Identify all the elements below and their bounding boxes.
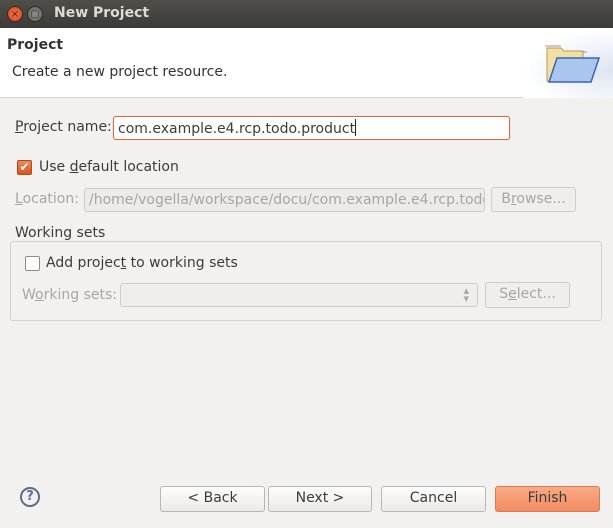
help-icon[interactable]: ? — [20, 487, 40, 507]
working-sets-combo[interactable]: ▲ ▼ — [120, 283, 478, 307]
wizard-header: Project Create a new project resource. — [0, 28, 613, 98]
back-button[interactable]: < Back — [160, 486, 265, 512]
project-name-label: Project name: — [15, 119, 112, 135]
location-label: Location: — [15, 191, 79, 207]
folder-open-icon — [545, 45, 601, 83]
page-title: Project — [7, 37, 64, 53]
window-title: New Project — [54, 5, 150, 21]
maximize-button[interactable]: ▢ — [27, 6, 43, 22]
use-default-location-label[interactable]: Use default location — [39, 159, 179, 175]
close-icon: × — [10, 9, 20, 20]
location-input[interactable]: /home/vogella/workspace/docu/com.example… — [84, 188, 485, 212]
cancel-button[interactable]: Cancel — [381, 486, 486, 512]
finish-button[interactable]: Finish — [495, 486, 600, 512]
add-to-working-sets-checkbox[interactable] — [25, 256, 40, 271]
working-sets-label: Working sets: — [22, 287, 117, 303]
next-button[interactable]: Next > — [268, 486, 372, 512]
close-button[interactable]: × — [7, 6, 23, 22]
page-description: Create a new project resource. — [12, 64, 228, 80]
select-button[interactable]: Select... — [485, 282, 570, 308]
text-cursor — [355, 119, 357, 136]
working-sets-group-label: Working sets — [13, 225, 108, 241]
browse-button[interactable]: Browse... — [491, 187, 576, 212]
maximize-icon: ▢ — [30, 9, 40, 20]
title-bar: × ▢ New Project — [0, 0, 613, 28]
spinner-arrows-icon: ▲ ▼ — [463, 287, 469, 303]
use-default-location-checkbox[interactable]: ✔ — [17, 160, 32, 175]
project-name-input[interactable]: com.example.e4.rcp.todo.product — [113, 116, 510, 140]
working-sets-group — [10, 241, 602, 321]
add-to-working-sets-label[interactable]: Add project to working sets — [46, 255, 238, 271]
